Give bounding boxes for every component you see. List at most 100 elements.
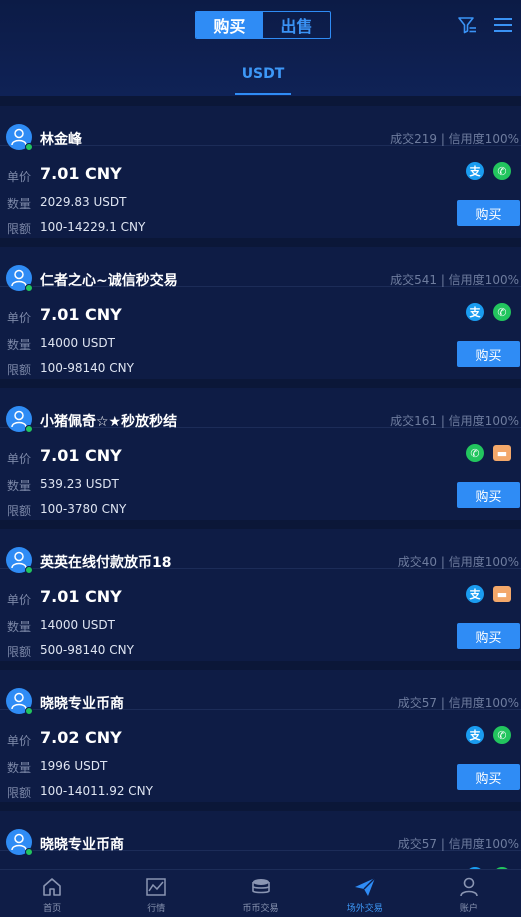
unit-price: 7.01 CNY — [40, 305, 122, 324]
user-avatar-icon — [11, 269, 27, 287]
offer-card[interactable]: 晓晓专业币商成交57 | 信用度100%单价7.05 CNY支✆ — [0, 811, 521, 869]
trade-limit: 500-98140 CNY — [40, 643, 134, 657]
buy-button[interactable]: 购买 — [457, 341, 520, 367]
tab-market[interactable]: 行情 — [104, 870, 208, 917]
online-status-dot — [25, 707, 33, 715]
wechat-pay-icon: ✆ — [493, 303, 511, 321]
quantity-label: 数量 — [7, 620, 32, 634]
trade-limit: 100-14229.1 CNY — [40, 220, 146, 234]
offer-card[interactable]: 小猪佩奇☆★秒放秒结 成交161 | 信用度100% 单价 7.01 CNY 数量 539… — [0, 388, 521, 520]
offer-list[interactable]: 林金峰 成交219 | 信用度100% 单价 7.01 CNY 数量 2029.83 US… — [0, 96, 521, 869]
merchant-name[interactable]: 晓晓专业币商 — [40, 834, 124, 854]
trade-limit: 100-98140 CNY — [40, 361, 134, 375]
wechat-pay-icon: ✆ — [466, 444, 484, 462]
buy-button[interactable]: 购买 — [457, 482, 520, 508]
online-status-dot — [25, 284, 33, 292]
bottom-tabbar: 首页 行情 币币交易 场外交易 账户 — [0, 869, 521, 917]
trade-limit: 100-14011.92 CNY — [40, 784, 153, 798]
quantity-label: 数量 — [7, 479, 32, 493]
menu-icon[interactable] — [492, 14, 514, 36]
online-status-dot — [25, 566, 33, 574]
merchant-stats: 成交57 | 信用度100% — [397, 696, 519, 710]
send-icon — [354, 877, 376, 896]
online-status-dot — [25, 143, 33, 151]
tab-home[interactable]: 首页 — [0, 870, 104, 917]
tab-spot-trading[interactable]: 币币交易 — [208, 870, 312, 917]
buy-button[interactable]: 购买 — [457, 623, 520, 649]
tab-usdt[interactable]: USDT — [235, 66, 291, 82]
alipay-icon: 支 — [466, 303, 484, 321]
buy-button[interactable]: 购买 — [457, 764, 520, 790]
price-label: 单价 — [7, 452, 32, 466]
tab-label: 行情 — [147, 904, 166, 914]
merchant-stats: 成交219 | 信用度100% — [390, 132, 519, 146]
limit-label: 限额 — [7, 645, 32, 659]
user-avatar-icon — [11, 410, 27, 428]
trade-limit: 100-3780 CNY — [40, 502, 127, 516]
merchant-name[interactable]: 仁者之心~诚信秒交易 — [40, 270, 178, 290]
alipay-icon: 支 — [466, 585, 484, 603]
limit-label: 限额 — [7, 363, 32, 377]
tab-otc-trading[interactable]: 场外交易 — [313, 870, 417, 917]
quantity-label: 数量 — [7, 197, 32, 211]
merchant-stats: 成交161 | 信用度100% — [390, 414, 519, 428]
price-label: 单价 — [7, 170, 32, 184]
user-icon — [460, 877, 478, 897]
unit-price: 7.01 CNY — [40, 587, 122, 606]
bank-card-icon: ▬ — [493, 586, 511, 602]
merchant-name[interactable]: 小猪佩奇☆★秒放秒结 — [40, 411, 177, 431]
unit-price: 7.01 CNY — [40, 164, 122, 183]
unit-price: 7.01 CNY — [40, 446, 122, 465]
merchant-name[interactable]: 晓晓专业币商 — [40, 693, 124, 713]
limit-label: 限额 — [7, 504, 32, 518]
available-quantity: 14000 USDT — [40, 336, 115, 350]
tab-label: 币币交易 — [242, 904, 279, 914]
merchant-stats: 成交40 | 信用度100% — [397, 555, 519, 569]
available-quantity: 539.23 USDT — [40, 477, 119, 491]
coins-icon — [251, 879, 270, 894]
limit-label: 限额 — [7, 786, 32, 800]
available-quantity: 2029.83 USDT — [40, 195, 127, 209]
tab-label: 账户 — [459, 904, 478, 914]
home-icon — [43, 878, 61, 896]
user-avatar-icon — [11, 128, 27, 146]
quantity-label: 数量 — [7, 338, 32, 352]
tab-indicator — [235, 93, 291, 95]
top-header: 购买 出售 USDT — [0, 0, 521, 96]
unit-price: 7.02 CNY — [40, 728, 122, 747]
user-avatar-icon — [11, 551, 27, 569]
offer-card[interactable]: 仁者之心~诚信秒交易 成交541 | 信用度100% 单价 7.01 CNY 数量 140… — [0, 247, 521, 379]
quantity-label: 数量 — [7, 761, 32, 775]
alipay-icon: 支 — [466, 726, 484, 744]
sell-tab[interactable]: 出售 — [263, 12, 330, 38]
merchant-stats: 成交57 | 信用度100% — [397, 837, 519, 851]
available-quantity: 14000 USDT — [40, 618, 115, 632]
tab-account[interactable]: 账户 — [417, 870, 521, 917]
price-label: 单价 — [7, 593, 32, 607]
online-status-dot — [25, 425, 33, 433]
chart-icon — [146, 878, 167, 896]
alipay-icon: 支 — [466, 162, 484, 180]
offer-card[interactable]: 晓晓专业币商 成交57 | 信用度100% 单价 7.02 CNY 数量 1996 USD… — [0, 670, 521, 802]
buy-sell-toggle: 购买 出售 — [195, 11, 331, 39]
limit-label: 限额 — [7, 222, 32, 236]
price-label: 单价 — [7, 311, 32, 325]
offer-card[interactable]: 林金峰 成交219 | 信用度100% 单价 7.01 CNY 数量 2029.83 US… — [0, 106, 521, 238]
user-avatar-icon — [11, 692, 27, 710]
wechat-pay-icon: ✆ — [493, 726, 511, 744]
tab-label: 首页 — [43, 904, 62, 914]
buy-tab[interactable]: 购买 — [196, 12, 263, 38]
offer-card[interactable]: 英英在线付款放币18 成交40 | 信用度100% 单价 7.01 CNY 数量 1400… — [0, 529, 521, 661]
tab-label: 场外交易 — [346, 904, 383, 914]
user-avatar-icon — [11, 833, 27, 851]
bank-card-icon: ▬ — [493, 445, 511, 461]
merchant-name[interactable]: 英英在线付款放币18 — [40, 552, 171, 572]
price-label: 单价 — [7, 734, 32, 748]
online-status-dot — [25, 848, 33, 856]
merchant-stats: 成交541 | 信用度100% — [390, 273, 519, 287]
available-quantity: 1996 USDT — [40, 759, 108, 773]
wechat-pay-icon: ✆ — [493, 162, 511, 180]
buy-button[interactable]: 购买 — [457, 200, 520, 226]
merchant-name[interactable]: 林金峰 — [40, 129, 82, 149]
filter-icon[interactable] — [456, 14, 478, 36]
